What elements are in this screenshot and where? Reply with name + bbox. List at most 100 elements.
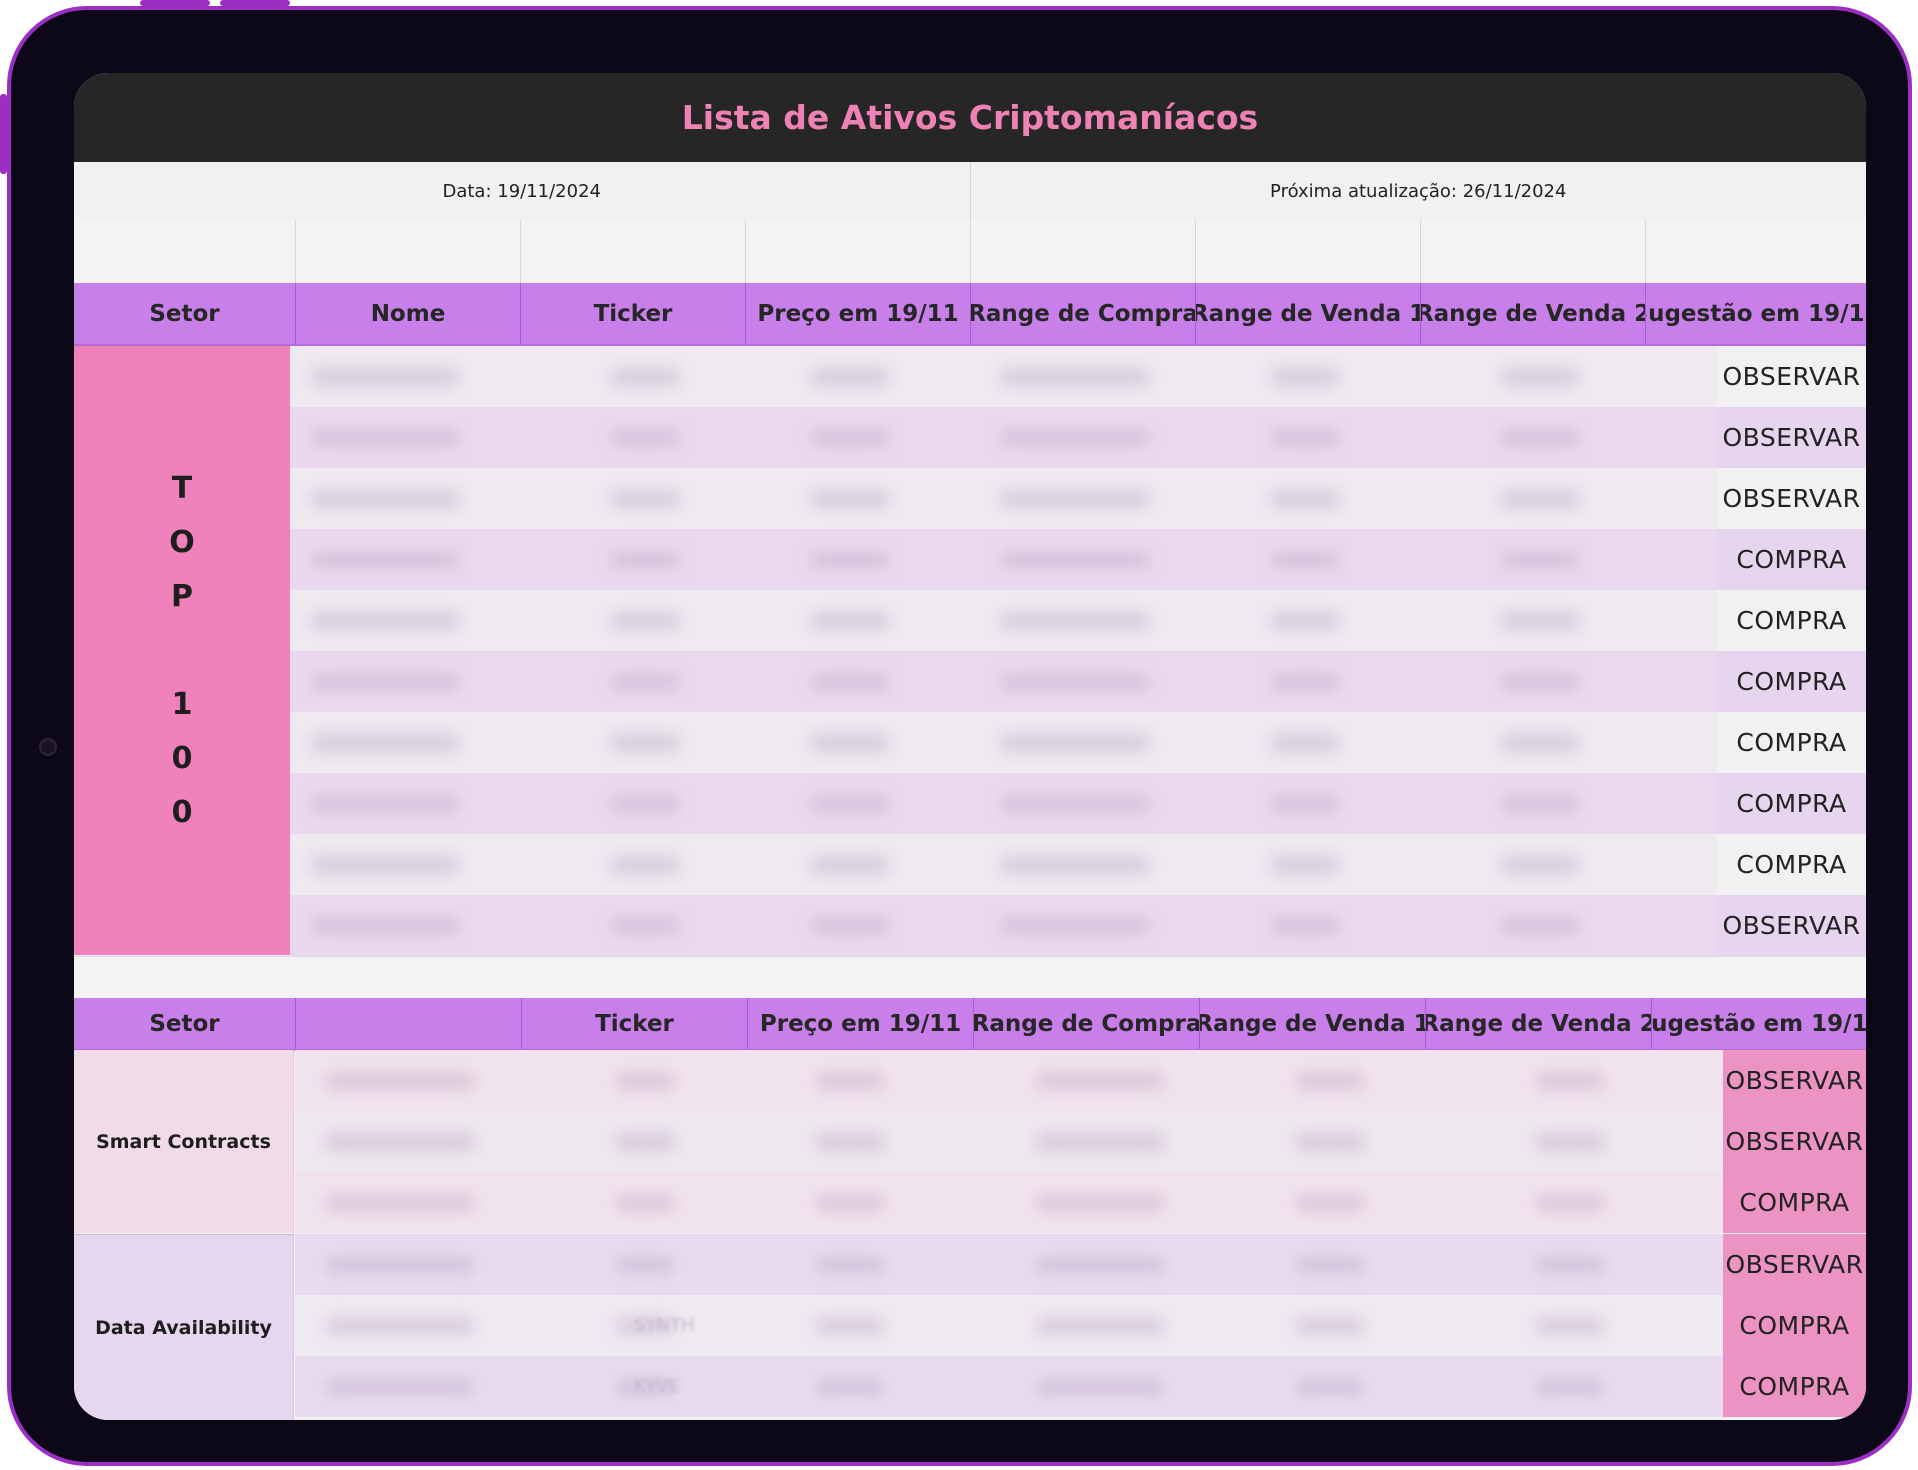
header-ticker[interactable]: Ticker: [521, 283, 746, 344]
screen: Lista de Ativos Criptomaníacos Data: 19/…: [74, 73, 1866, 1420]
header-setor[interactable]: Setor: [74, 998, 296, 1049]
header-range-venda-2[interactable]: Range de Venda 2: [1426, 998, 1652, 1049]
title-bar: Lista de Ativos Criptomaníacos: [74, 73, 1866, 162]
table-row: [295, 1295, 1723, 1356]
blurred-cell: [1500, 368, 1580, 386]
header-range-venda-1[interactable]: Range de Venda 1: [1200, 998, 1426, 1049]
table-row: [290, 773, 1717, 834]
header-setor[interactable]: Setor: [74, 283, 296, 344]
blurred-cell: [1035, 1194, 1165, 1212]
header-range-venda-1[interactable]: Range de Venda 1: [1196, 283, 1421, 344]
blurred-cell: [310, 612, 460, 630]
blurred-cell: [1500, 429, 1580, 447]
table-row: [290, 529, 1717, 590]
blurred-cell: [1000, 551, 1150, 569]
header-nome-blank[interactable]: [296, 998, 522, 1049]
sector-top100: T O P 1 0 0: [74, 346, 290, 955]
table-row: [290, 407, 1717, 468]
sector-letter: 1: [171, 686, 193, 722]
blurred-cell: [310, 429, 460, 447]
blurred-cell: [1000, 856, 1150, 874]
blurred-cell: [1000, 368, 1150, 386]
sector-smart-contracts: Smart Contracts: [74, 1050, 294, 1233]
blurred-cell: [1270, 673, 1340, 691]
blurred-cell: [1295, 1256, 1365, 1274]
suggestion-cell: OBSERVAR: [1717, 468, 1866, 530]
blurred-cell: [815, 1256, 885, 1274]
blurred-cell: [1035, 1133, 1165, 1151]
sector-letter: 0: [171, 794, 193, 830]
blurred-cell: [1270, 429, 1340, 447]
blurred-cell: [1535, 1317, 1605, 1335]
header-range-compra[interactable]: Range de Compra: [974, 998, 1200, 1049]
table2-header: Setor Ticker Preço em 19/11 Range de Com…: [74, 998, 1866, 1051]
blurred-cell: [1500, 917, 1580, 935]
blurred-cell: [310, 673, 460, 691]
header-preco[interactable]: Preço em 19/11: [748, 998, 974, 1049]
header-ticker[interactable]: Ticker: [522, 998, 748, 1049]
blurred-cell: [310, 917, 460, 935]
header-sugestao[interactable]: Sugestão em 19/11: [1646, 283, 1866, 344]
suggestion-cell: COMPRA: [1717, 529, 1866, 591]
suggestion-cell: COMPRA: [1723, 1295, 1866, 1356]
blurred-cell: [310, 551, 460, 569]
blurred-cell: [1035, 1378, 1165, 1396]
blurred-cell: [1270, 734, 1340, 752]
blurred-cell: [1535, 1133, 1605, 1151]
blurred-cell: [1270, 551, 1340, 569]
blank-row: [74, 220, 1866, 283]
blurred-cell: [325, 1378, 475, 1396]
blurred-cell: [1035, 1256, 1165, 1274]
ticker-ghost: KYVE: [634, 1376, 680, 1397]
header-range-venda-2[interactable]: Range de Venda 2: [1421, 283, 1646, 344]
blurred-cell: [1270, 856, 1340, 874]
sector-letter: O: [169, 524, 195, 560]
suggestion-cell: COMPRA: [1717, 773, 1866, 835]
tablet-frame: Lista de Ativos Criptomaníacos Data: 19/…: [7, 6, 1912, 1466]
blurred-cell: [615, 1072, 675, 1090]
blurred-cell: [1295, 1133, 1365, 1151]
date-label: Data: 19/11/2024: [74, 162, 971, 220]
blurred-cell: [310, 490, 460, 508]
blurred-cell: [815, 1194, 885, 1212]
header-range-compra[interactable]: Range de Compra: [971, 283, 1196, 344]
page-title: Lista de Ativos Criptomaníacos: [681, 98, 1259, 137]
blurred-cell: [1000, 917, 1150, 935]
blurred-cell: [815, 1378, 885, 1396]
header-sugestao[interactable]: Sugestão em 19/11: [1652, 998, 1866, 1049]
table-row: [290, 590, 1717, 651]
blurred-cell: [810, 795, 890, 813]
table-row: [290, 346, 1717, 407]
blurred-cell: [610, 917, 680, 935]
blurred-cell: [610, 673, 680, 691]
suggestion-cell: OBSERVAR: [1723, 1234, 1866, 1295]
blurred-cell: [810, 368, 890, 386]
table-row: [290, 468, 1717, 529]
blurred-cell: [310, 368, 460, 386]
blurred-cell: [810, 490, 890, 508]
blurred-cell: [1270, 612, 1340, 630]
header-preco[interactable]: Preço em 19/11: [746, 283, 971, 344]
blurred-cell: [610, 612, 680, 630]
blurred-cell: [815, 1133, 885, 1151]
blurred-cell: [1535, 1256, 1605, 1274]
sector-letter: T: [171, 470, 193, 506]
blurred-cell: [1000, 429, 1150, 447]
blurred-cell: [1535, 1378, 1605, 1396]
blurred-cell: [1500, 734, 1580, 752]
power-button: [0, 94, 7, 174]
blurred-cell: [310, 856, 460, 874]
blurred-cell: [615, 1256, 675, 1274]
blurred-cell: [1500, 551, 1580, 569]
blurred-cell: [610, 490, 680, 508]
suggestion-cell: COMPRA: [1723, 1172, 1866, 1233]
suggestion-cell: OBSERVAR: [1717, 895, 1866, 957]
blurred-cell: [1035, 1072, 1165, 1090]
header-nome[interactable]: Nome: [296, 283, 521, 344]
sector-letter: 0: [171, 740, 193, 776]
blurred-cell: [1500, 795, 1580, 813]
table-row: [290, 712, 1717, 773]
suggestion-cell: OBSERVAR: [1717, 346, 1866, 408]
table-row: [295, 1111, 1723, 1172]
blurred-cell: [1535, 1072, 1605, 1090]
